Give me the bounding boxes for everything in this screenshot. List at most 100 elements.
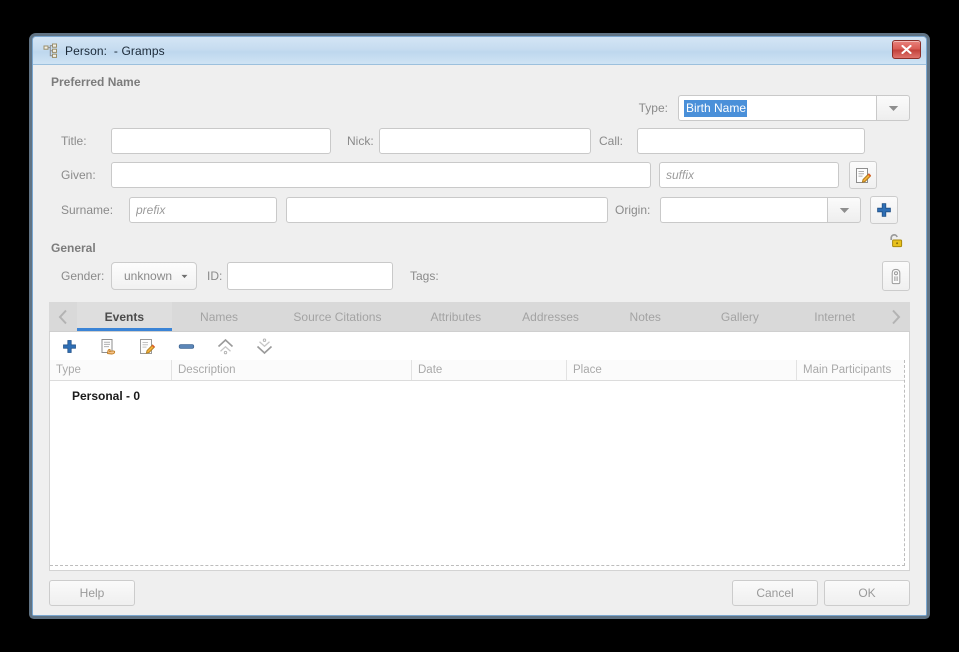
add-surname-button[interactable] — [870, 196, 898, 224]
tab-addresses[interactable]: Addresses — [503, 302, 598, 331]
events-list-inner: Type Description Date Place Main Partici… — [50, 360, 905, 566]
cancel-button[interactable]: Cancel — [732, 580, 818, 606]
origin-input[interactable] — [660, 197, 827, 223]
type-label: Type: — [638, 101, 668, 115]
dialog-footer: Help Cancel OK — [33, 571, 926, 615]
given-input[interactable] — [111, 162, 651, 188]
editor-tabbar: Events Names Source Citations Attributes… — [49, 302, 910, 332]
id-label: ID: — [207, 269, 223, 283]
name-type-dropdown-button[interactable] — [876, 95, 910, 121]
add-event-button[interactable] — [58, 336, 80, 356]
chevron-left-icon — [58, 309, 67, 324]
tab-internet[interactable]: Internet — [787, 302, 882, 331]
tag-icon — [891, 268, 901, 284]
remove-icon — [178, 343, 194, 349]
edit-event-button[interactable] — [136, 336, 158, 356]
surname-label: Surname: — [61, 203, 114, 217]
nick-input[interactable] — [379, 128, 591, 154]
tab-attributes[interactable]: Attributes — [408, 302, 503, 331]
window-title: Person: - Gramps — [65, 43, 165, 58]
suffix-input[interactable] — [659, 162, 839, 188]
name-type-value: Birth Name — [684, 99, 748, 117]
tab-label: Addresses — [522, 309, 579, 324]
general-heading: General — [51, 241, 96, 255]
title-input[interactable] — [111, 128, 331, 154]
chevron-down-icon — [888, 105, 898, 111]
preferred-name-form: Type: Birth Name Title: Nick: Call: Give… — [33, 95, 926, 231]
nick-label: Nick: — [347, 134, 374, 148]
call-label: Call: — [599, 134, 624, 148]
column-type[interactable]: Type — [50, 360, 172, 380]
title-label: Title: — [61, 134, 87, 148]
gender-id-tags-row: Gender: unknown ID: Tags: — [49, 261, 910, 291]
surname-row: Surname: Origin: — [49, 196, 910, 224]
preferred-name-heading: Preferred Name — [51, 75, 141, 89]
column-main-participants[interactable]: Main Participants — [797, 360, 904, 380]
privacy-toggle[interactable] — [886, 232, 926, 261]
origin-label: Origin: — [615, 203, 651, 217]
tab-label: Notes — [629, 309, 661, 324]
origin-combobox[interactable] — [660, 197, 861, 223]
tab-label: Attributes — [430, 309, 482, 324]
surname-prefix-input[interactable] — [129, 197, 277, 223]
window-body: Preferred Name Type: Birth Name Title: N… — [33, 65, 926, 615]
close-button[interactable] — [892, 40, 921, 59]
tab-source-citations[interactable]: Source Citations — [266, 302, 408, 331]
tab-label: Events — [104, 309, 145, 324]
name-type-field[interactable]: Birth Name — [678, 95, 876, 121]
events-list-rows: Personal - 0 — [50, 381, 904, 565]
type-row: Type: Birth Name — [49, 95, 910, 121]
events-list: Type Description Date Place Main Partici… — [49, 360, 910, 571]
window-titlebar: Person: - Gramps — [33, 37, 926, 65]
ok-button[interactable]: OK — [824, 580, 910, 606]
add-icon — [62, 339, 76, 353]
close-icon — [901, 45, 912, 54]
edit-pencil-icon — [855, 167, 871, 183]
name-type-combobox[interactable]: Birth Name — [678, 95, 910, 121]
gender-label: Gender: — [61, 269, 105, 283]
share-existing-icon — [101, 338, 115, 354]
tab-names[interactable]: Names — [172, 302, 267, 331]
column-place[interactable]: Place — [567, 360, 797, 380]
move-down-icon — [256, 338, 272, 354]
surname-input[interactable] — [286, 197, 608, 223]
events-toolbar — [49, 332, 910, 360]
move-down-button[interactable] — [253, 336, 275, 356]
title-nick-call-row: Title: Nick: Call: — [49, 128, 910, 154]
share-existing-event-button[interactable] — [97, 336, 119, 356]
move-up-icon — [217, 338, 233, 354]
edit-pencil-icon — [139, 338, 155, 354]
tab-label: Source Citations — [293, 309, 382, 324]
given-suffix-row: Given: — [49, 161, 910, 189]
id-input[interactable] — [227, 262, 393, 290]
call-input[interactable] — [637, 128, 865, 154]
column-description[interactable]: Description — [172, 360, 412, 380]
chevron-down-icon — [181, 274, 188, 278]
tabs-scroll-left[interactable] — [49, 302, 77, 331]
remove-event-button[interactable] — [175, 336, 197, 356]
events-list-header: Type Description Date Place Main Partici… — [50, 360, 904, 381]
tab-gallery[interactable]: Gallery — [693, 302, 788, 331]
tab-label: Gallery — [720, 309, 759, 324]
gender-dropdown[interactable]: unknown — [111, 262, 197, 290]
general-form: Gender: unknown ID: Tags: — [33, 261, 926, 298]
gender-value: unknown — [124, 269, 173, 283]
tab-label: Names — [200, 309, 239, 324]
table-row[interactable]: Personal - 0 — [50, 387, 904, 405]
person-tree-icon — [43, 43, 59, 59]
tab-label: Internet — [814, 309, 855, 324]
chevron-down-icon — [839, 207, 849, 213]
edit-name-button[interactable] — [849, 161, 877, 189]
column-date[interactable]: Date — [412, 360, 567, 380]
open-padlock-icon — [890, 234, 903, 248]
origin-dropdown-button[interactable] — [827, 197, 861, 223]
help-button[interactable]: Help — [49, 580, 135, 606]
tabs-scroll-right[interactable] — [882, 302, 910, 331]
chevron-right-icon — [892, 309, 901, 324]
move-up-button[interactable] — [214, 336, 236, 356]
tab-events[interactable]: Events — [77, 302, 172, 331]
tab-notes[interactable]: Notes — [598, 302, 693, 331]
tags-button[interactable] — [882, 261, 910, 291]
plus-icon — [877, 203, 891, 217]
tags-label: Tags: — [410, 269, 439, 283]
